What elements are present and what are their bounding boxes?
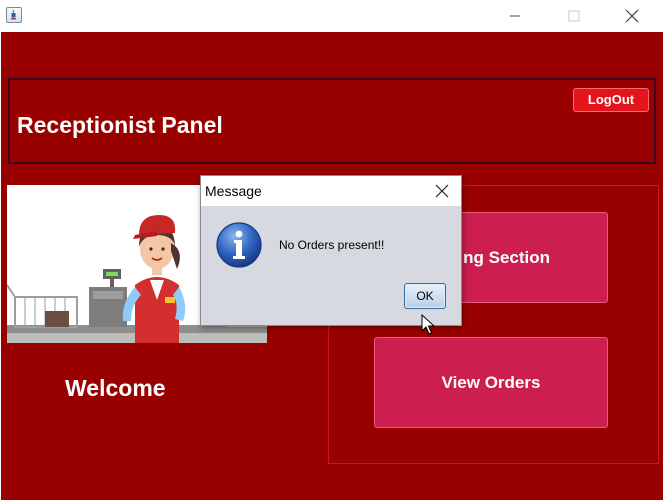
header-panel: Receptionist Panel LogOut [8,78,656,164]
mouse-cursor-icon [421,314,435,335]
maximize-button[interactable] [550,0,596,32]
close-button[interactable] [608,0,654,32]
dialog-body: No Orders present!! OK [201,206,461,325]
window-titlebar[interactable] [0,0,664,32]
close-icon [625,9,639,23]
dialog-message: No Orders present!! [279,238,385,252]
logout-button[interactable]: LogOut [573,88,649,112]
message-dialog: Message No Orders present!! OK [200,175,462,326]
minimize-icon [510,15,520,17]
dialog-title: Message [205,183,262,199]
view-orders-button[interactable]: View Orders [374,337,608,428]
welcome-label: Welcome [65,375,166,401]
application-window: Receptionist Panel LogOut Welcome Billin… [0,0,664,501]
ok-button[interactable]: OK [404,283,446,309]
dialog-close-button[interactable] [423,176,461,206]
maximize-icon [568,10,580,22]
minimize-button[interactable] [492,0,538,32]
java-coffee-cup-icon [6,7,22,23]
page-title: Receptionist Panel [17,112,223,138]
info-icon [216,222,262,268]
close-icon [435,184,449,198]
dialog-titlebar[interactable]: Message [201,176,461,206]
